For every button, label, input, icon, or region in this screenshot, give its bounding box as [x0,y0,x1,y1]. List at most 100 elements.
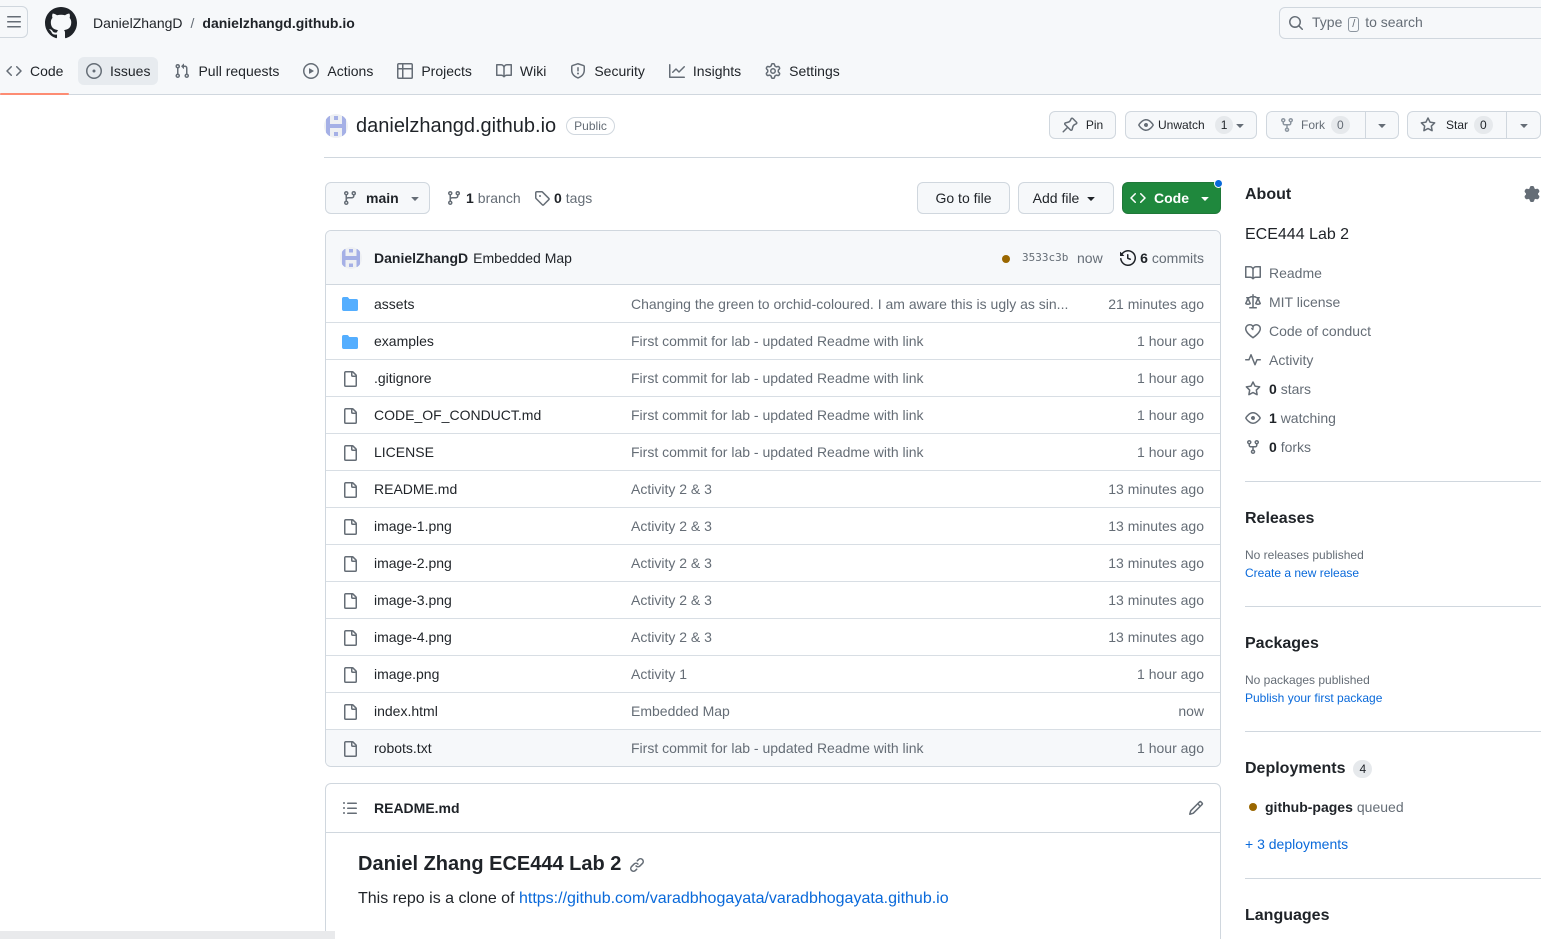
file-row[interactable]: .gitignore First commit for lab - updated… [326,359,1220,396]
file-name-link[interactable]: README.md [374,481,457,497]
tab-projects[interactable]: Projects [389,55,480,95]
file-row[interactable]: image-3.png Activity 2 & 3 13 minutes ago [326,581,1220,618]
file-row[interactable]: image-2.png Activity 2 & 3 13 minutes ago [326,544,1220,581]
fork-button[interactable]: Fork 0 [1266,111,1399,139]
branch-selector[interactable]: main [325,182,430,214]
create-release-link[interactable]: Create a new release [1245,566,1359,580]
file-row[interactable]: README.md Activity 2 & 3 13 minutes ago [326,470,1220,507]
tab-settings[interactable]: Settings [757,55,848,95]
deployments-header[interactable]: Deployments 4 [1245,760,1373,778]
file-commit-message[interactable]: First commit for lab - updated Readme wi… [631,740,924,756]
file-name-link[interactable]: image-2.png [374,555,452,571]
file-row[interactable]: robots.txt First commit for lab - updated… [326,729,1220,766]
file-row[interactable]: image.png Activity 1 1 hour ago [326,655,1220,692]
file-name-link[interactable]: assets [374,296,414,312]
file-commit-age: 1 hour ago [1137,444,1204,460]
breadcrumb-owner-link[interactable]: DanielZhangD [93,15,183,31]
add-file-button[interactable]: Add file [1018,182,1114,214]
tab-issues[interactable]: Issues [78,55,159,95]
commit-sha[interactable]: 3533c3b [1022,251,1068,264]
about-stars-link[interactable]: 0 stars [1245,381,1311,397]
file-commit-message[interactable]: Activity 1 [631,666,687,682]
file-commit-message[interactable]: Activity 2 & 3 [631,518,712,534]
publish-package-link[interactable]: Publish your first package [1245,691,1382,705]
owner-avatar[interactable] [324,114,348,138]
file-row[interactable]: CODE_OF_CONDUCT.md First commit for lab -… [326,396,1220,433]
tab-security[interactable]: Security [562,55,653,95]
readme-heading: Daniel Zhang ECE444 Lab 2 [358,853,1188,876]
code-button[interactable]: Code [1122,179,1223,214]
commits-link[interactable]: 6 commits [1120,250,1204,266]
link-icon[interactable] [629,857,645,873]
about-activity-label: Activity [1269,352,1314,368]
about-watching-link[interactable]: 1 watching [1245,410,1336,426]
unwatch-label: Unwatch [1158,118,1205,132]
more-deployments-link[interactable]: + 3 deployments [1245,836,1348,852]
commit-status-dot[interactable] [1002,255,1010,263]
list-unordered-icon[interactable] [342,800,358,816]
file-name-link[interactable]: image-3.png [374,592,452,608]
unwatch-button[interactable]: Unwatch 1 [1125,111,1257,139]
pencil-icon[interactable] [1188,800,1204,816]
horizontal-scrollbar[interactable] [0,931,335,939]
file-row[interactable]: index.html Embedded Map now [326,692,1220,729]
branch-count: 1 [466,190,474,206]
file-name-link[interactable]: .gitignore [374,370,432,386]
file-commit-message[interactable]: First commit for lab - updated Readme wi… [631,333,924,349]
file-row[interactable]: image-4.png Activity 2 & 3 13 minutes ago [326,618,1220,655]
file-commit-message[interactable]: First commit for lab - updated Readme wi… [631,407,924,423]
file-commit-message[interactable]: Embedded Map [631,703,730,719]
file-name-link[interactable]: image-4.png [374,629,452,645]
file-row[interactable]: assets Changing the green to orchid-colou… [326,285,1220,322]
branch-count-link[interactable]: 1 branch [446,190,521,206]
commit-message[interactable]: Embedded Map [473,250,572,266]
star-button[interactable]: Star 0 [1407,111,1541,139]
file-commit-message[interactable]: Activity 2 & 3 [631,629,712,645]
about-license-link[interactable]: MIT license [1245,294,1340,310]
about-activity-link[interactable]: Activity [1245,352,1313,368]
file-commit-message[interactable]: First commit for lab - updated Readme wi… [631,444,924,460]
tab-code[interactable]: Code [0,55,69,95]
file-row[interactable]: image-1.png Activity 2 & 3 13 minutes ago [326,507,1220,544]
about-readme-link[interactable]: Readme [1245,265,1322,281]
breadcrumb-repo-link[interactable]: danielzhangd.github.io [202,15,354,31]
file-commit-message[interactable]: Activity 2 & 3 [631,555,712,571]
about-conduct-link[interactable]: Code of conduct [1245,323,1371,339]
commit-author-avatar[interactable] [340,246,362,269]
file-commit-message[interactable]: Changing the green to orchid-coloured. I… [631,296,1068,312]
tag-count-link[interactable]: 0 tags [534,190,592,206]
deployment-item[interactable]: github-pages queued [1249,799,1404,815]
repo-name[interactable]: danielzhangd.github.io [356,115,556,138]
star-dropdown[interactable] [1506,112,1540,138]
file-row[interactable]: LICENSE First commit for lab - updated Re… [326,433,1220,470]
book-icon [1245,265,1261,280]
readme-link[interactable]: https://github.com/varadbhogayata/varadb… [519,890,949,907]
tab-insights[interactable]: Insights [661,55,749,95]
file-name-link[interactable]: examples [374,333,434,349]
fork-dropdown[interactable] [1365,112,1398,138]
about-forks-link[interactable]: 0 forks [1245,439,1311,455]
go-to-file-button[interactable]: Go to file [917,182,1010,214]
file-row[interactable]: examples First commit for lab - updated R… [326,322,1220,359]
gear-icon[interactable] [1524,186,1540,202]
file-commit-message[interactable]: Activity 2 & 3 [631,592,712,608]
file-name-link[interactable]: index.html [374,703,438,719]
pin-button[interactable]: Pin [1049,111,1116,139]
readme-filename[interactable]: README.md [374,800,460,816]
tab-actions[interactable]: Actions [295,55,381,95]
file-name-link[interactable]: image-1.png [374,518,452,534]
file-commit-message[interactable]: Activity 2 & 3 [631,481,712,497]
file-name-link[interactable]: image.png [374,666,439,682]
commit-author[interactable]: DanielZhangD [374,250,468,266]
menu-button[interactable] [0,6,28,38]
github-logo-icon[interactable] [45,7,77,39]
packages-heading[interactable]: Packages [1245,635,1319,653]
file-name-link[interactable]: CODE_OF_CONDUCT.md [374,407,541,423]
tab-pull-requests[interactable]: Pull requests [166,55,287,95]
search-input[interactable]: Type / to search [1279,7,1541,39]
file-name-link[interactable]: LICENSE [374,444,434,460]
file-commit-message[interactable]: First commit for lab - updated Readme wi… [631,370,924,386]
file-name-link[interactable]: robots.txt [374,740,432,756]
releases-heading[interactable]: Releases [1245,510,1314,528]
tab-wiki[interactable]: Wiki [488,55,554,95]
